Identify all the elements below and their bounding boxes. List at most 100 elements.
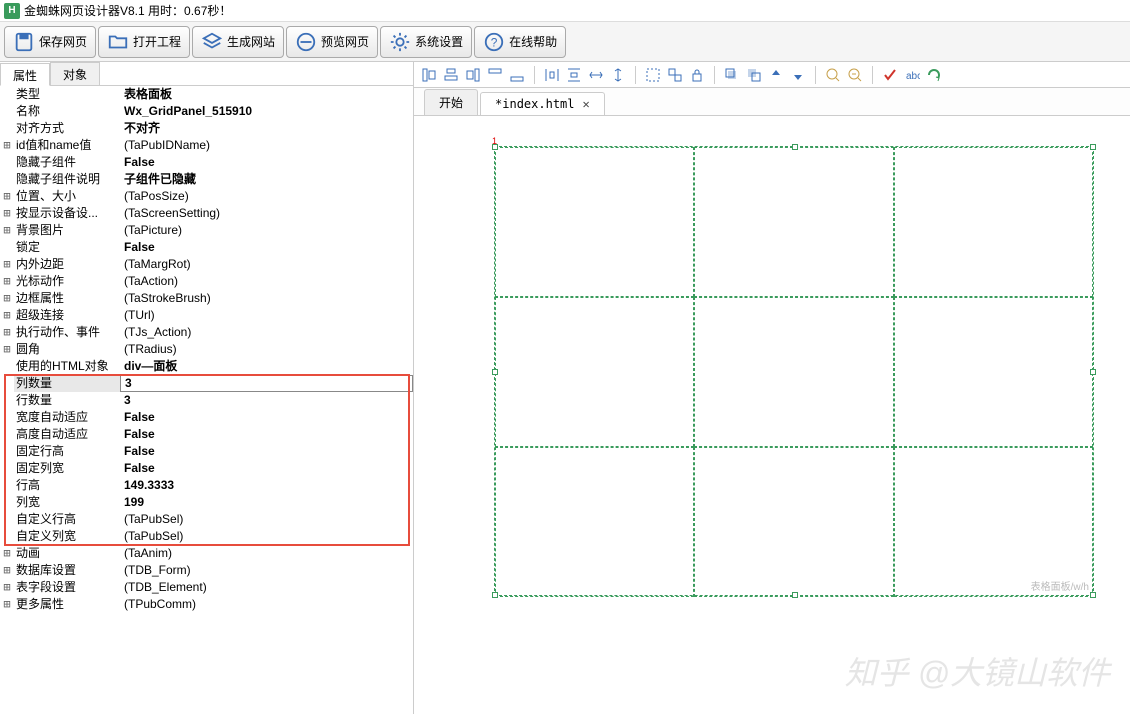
align-center-icon[interactable] — [442, 66, 460, 84]
expand-icon[interactable]: ⊞ — [0, 222, 14, 239]
same-height-icon[interactable] — [609, 66, 627, 84]
lock-icon[interactable] — [688, 66, 706, 84]
same-width-icon[interactable] — [587, 66, 605, 84]
tab-index-html[interactable]: *index.html ✕ — [480, 92, 605, 115]
property-row[interactable]: ⊞执行动作、事件(TJs_Action) — [0, 324, 413, 341]
property-row[interactable]: ⊞圆角(TRadius) — [0, 341, 413, 358]
property-row[interactable]: ⊞光标动作(TaAction) — [0, 273, 413, 290]
expand-icon[interactable]: ⊞ — [0, 290, 14, 307]
property-row[interactable]: 自定义行高(TaPubSel) — [0, 511, 413, 528]
property-row[interactable]: 高度自动适应False — [0, 426, 413, 443]
property-value[interactable]: (TRadius) — [120, 341, 413, 358]
open-button[interactable]: 打开工程 — [98, 26, 190, 58]
expand-icon[interactable]: ⊞ — [0, 579, 14, 596]
ungroup-icon[interactable] — [666, 66, 684, 84]
property-value[interactable]: 3▴▾ — [120, 375, 413, 392]
property-row[interactable]: 名称Wx_GridPanel_515910 — [0, 103, 413, 120]
property-row[interactable]: ⊞超级连接(TUrl) — [0, 307, 413, 324]
expand-icon[interactable]: ⊞ — [0, 324, 14, 341]
property-row[interactable]: ⊞按显示设备设...(TaScreenSetting) — [0, 205, 413, 222]
property-row[interactable]: 宽度自动适应False — [0, 409, 413, 426]
property-value[interactable]: (TaPosSize) — [120, 188, 413, 205]
tab-start[interactable]: 开始 — [424, 89, 478, 115]
property-value[interactable]: False — [120, 409, 413, 426]
expand-icon[interactable]: ⊞ — [0, 545, 14, 562]
send-back-icon[interactable] — [745, 66, 763, 84]
property-value[interactable]: (TJs_Action) — [120, 324, 413, 341]
check-icon[interactable] — [881, 66, 899, 84]
property-row[interactable]: ⊞id值和name值(TaPubIDName) — [0, 137, 413, 154]
property-value[interactable]: (TaMargRot) — [120, 256, 413, 273]
align-right-icon[interactable] — [464, 66, 482, 84]
expand-icon[interactable]: ⊞ — [0, 341, 14, 358]
property-value[interactable]: False — [120, 154, 413, 171]
property-row[interactable]: 列数量3▴▾ — [0, 375, 413, 392]
property-row[interactable]: 行高149.3333 — [0, 477, 413, 494]
property-value[interactable]: False — [120, 239, 413, 256]
property-value[interactable]: (TUrl) — [120, 307, 413, 324]
bring-front-icon[interactable] — [723, 66, 741, 84]
property-value[interactable]: 199 — [120, 494, 413, 511]
property-row[interactable]: 固定列宽False — [0, 460, 413, 477]
property-row[interactable]: 列宽199 — [0, 494, 413, 511]
expand-icon[interactable]: ⊞ — [0, 137, 14, 154]
expand-icon[interactable]: ⊞ — [0, 562, 14, 579]
property-row[interactable]: ⊞位置、大小(TaPosSize) — [0, 188, 413, 205]
property-row[interactable]: 自定义列宽(TaPubSel) — [0, 528, 413, 545]
property-row[interactable]: ⊞动画(TaAnim) — [0, 545, 413, 562]
property-value[interactable]: False — [120, 443, 413, 460]
move-up-icon[interactable] — [767, 66, 785, 84]
property-row[interactable]: 隐藏子组件False — [0, 154, 413, 171]
align-bottom-icon[interactable] — [508, 66, 526, 84]
expand-icon[interactable]: ⊞ — [0, 307, 14, 324]
property-grid[interactable]: 类型表格面板名称Wx_GridPanel_515910对齐方式不对齐⊞id值和n… — [0, 86, 413, 714]
zoom-out-icon[interactable] — [846, 66, 864, 84]
property-row[interactable]: 行数量3 — [0, 392, 413, 409]
generate-button[interactable]: 生成网站 — [192, 26, 284, 58]
property-value[interactable]: (TDB_Form) — [120, 562, 413, 579]
property-value[interactable]: (TaPubSel) — [120, 511, 413, 528]
group-icon[interactable] — [644, 66, 662, 84]
property-row[interactable]: 对齐方式不对齐 — [0, 120, 413, 137]
expand-icon[interactable]: ⊞ — [0, 205, 14, 222]
property-value[interactable]: (TDB_Element) — [120, 579, 413, 596]
align-left-icon[interactable] — [420, 66, 438, 84]
move-down-icon[interactable] — [789, 66, 807, 84]
property-row[interactable]: ⊞表字段设置(TDB_Element) — [0, 579, 413, 596]
close-tab-icon[interactable]: ✕ — [583, 97, 590, 111]
spin-up-icon[interactable]: ▴ — [396, 391, 410, 392]
tab-objects[interactable]: 对象 — [50, 62, 100, 85]
tab-attributes[interactable]: 属性 — [0, 63, 50, 86]
property-row[interactable]: ⊞边框属性(TaStrokeBrush) — [0, 290, 413, 307]
property-value[interactable]: 子组件已隐藏 — [120, 171, 413, 188]
property-row[interactable]: 锁定False — [0, 239, 413, 256]
zoom-in-icon[interactable] — [824, 66, 842, 84]
property-value[interactable]: 3 — [120, 392, 413, 409]
expand-icon[interactable]: ⊞ — [0, 596, 14, 613]
distribute-v-icon[interactable] — [565, 66, 583, 84]
property-row[interactable]: 类型表格面板 — [0, 86, 413, 103]
property-value[interactable]: (TaPubIDName) — [120, 137, 413, 154]
property-row[interactable]: ⊞更多属性(TPubComm) — [0, 596, 413, 613]
property-value[interactable]: (TaStrokeBrush) — [120, 290, 413, 307]
property-value[interactable]: (TaPicture) — [120, 222, 413, 239]
text-icon[interactable]: abc — [903, 66, 921, 84]
help-button[interactable]: ? 在线帮助 — [474, 26, 566, 58]
property-value[interactable]: (TaAction) — [120, 273, 413, 290]
preview-button[interactable]: 预览网页 — [286, 26, 378, 58]
property-row[interactable]: 使用的HTML对象div—面板 — [0, 358, 413, 375]
property-value[interactable]: Wx_GridPanel_515910 — [120, 103, 413, 120]
property-value[interactable]: (TPubComm) — [120, 596, 413, 613]
expand-icon[interactable]: ⊞ — [0, 273, 14, 290]
design-canvas[interactable]: 1 表格面板/w/h — [414, 116, 1130, 714]
property-value[interactable]: 表格面板 — [120, 86, 413, 103]
align-top-icon[interactable] — [486, 66, 504, 84]
expand-icon[interactable]: ⊞ — [0, 256, 14, 273]
property-value[interactable]: (TaAnim) — [120, 545, 413, 562]
property-value[interactable]: (TaPubSel) — [120, 528, 413, 545]
property-value[interactable]: div—面板 — [120, 358, 413, 375]
property-row[interactable]: ⊞数据库设置(TDB_Form) — [0, 562, 413, 579]
property-value[interactable]: 149.3333 — [120, 477, 413, 494]
grid-panel-preview[interactable]: 表格面板/w/h — [494, 146, 1094, 596]
property-row[interactable]: 隐藏子组件说明子组件已隐藏 — [0, 171, 413, 188]
